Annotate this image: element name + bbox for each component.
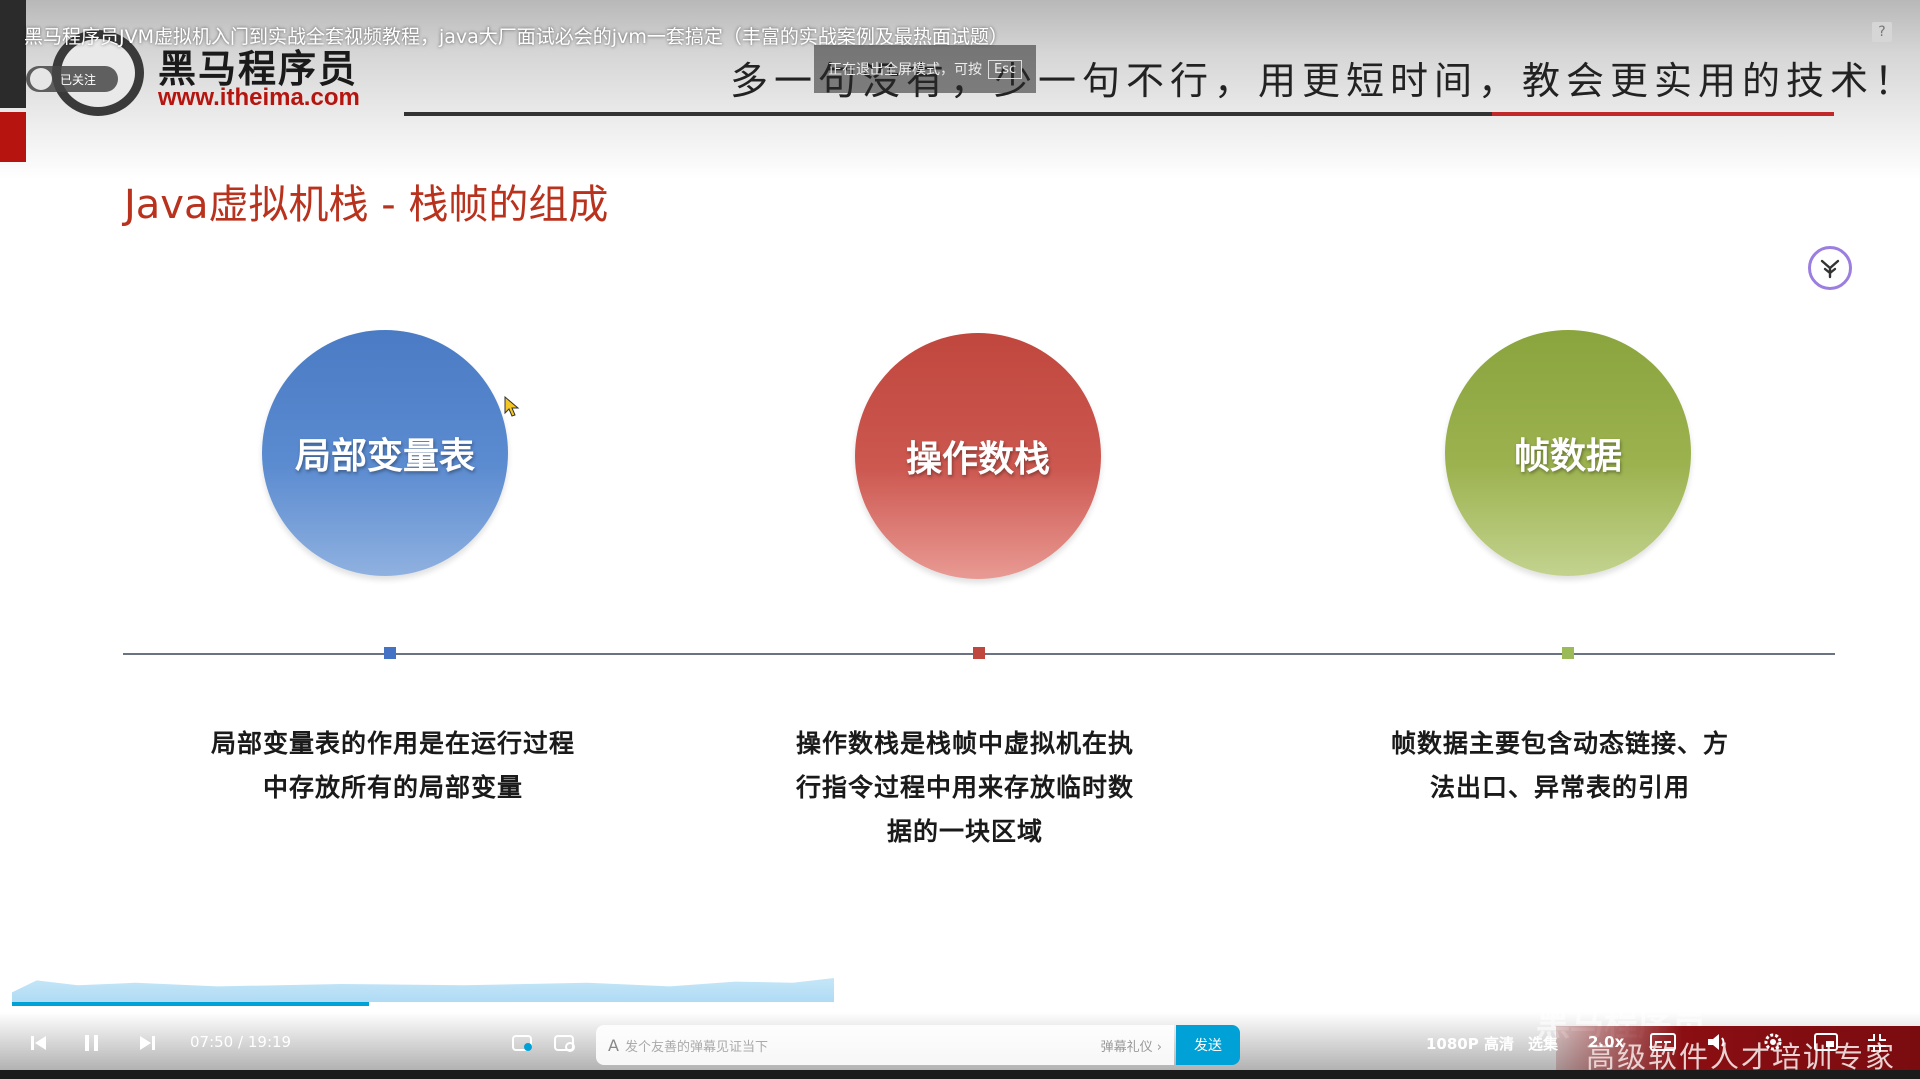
description-line: 法出口、异常表的引用 [1429, 773, 1690, 802]
esc-key: Esc [988, 59, 1023, 79]
danmaku-etiquette-link[interactable]: 弹幕礼仪 › [1101, 1036, 1162, 1055]
volume-icon[interactable] [1706, 1032, 1730, 1056]
left-red-bar [0, 112, 26, 162]
description-line: 帧数据主要包含动态链接、方 [1390, 729, 1729, 758]
danmaku-input[interactable]: A 发个友善的弹幕见证当下 弹幕礼仪 › [596, 1025, 1174, 1065]
timeline-marker-3 [1562, 647, 1574, 659]
slogan-underline-accent [1492, 112, 1834, 116]
timeline-marker-1 [384, 647, 396, 659]
subtitle-icon[interactable] [1650, 1032, 1676, 1056]
bottom-strip [0, 1070, 1920, 1079]
slide-title: Java虚拟机栈 - 栈帧的组成 [124, 182, 609, 228]
circle-label: 操作数栈 [905, 439, 1050, 480]
next-icon[interactable] [138, 1034, 156, 1056]
time-separator: / [238, 1033, 244, 1051]
quality-selector[interactable]: 1080P 高清 [1426, 1033, 1514, 1054]
description-local-variable-table: 局部变量表的作用是在运行过程 中存放所有的局部变量 [183, 722, 603, 810]
text-style-icon[interactable]: A [608, 1036, 619, 1055]
description-line: 局部变量表的作用是在运行过程 [210, 729, 575, 758]
description-line: 据的一块区域 [886, 817, 1043, 846]
previous-icon[interactable] [30, 1034, 48, 1056]
picture-in-picture-icon[interactable] [1814, 1032, 1838, 1056]
description-operand-stack: 操作数栈是栈帧中虚拟机在执 行指令过程中用来存放临时数 据的一块区域 [755, 722, 1175, 854]
help-icon[interactable]: ? [1872, 22, 1892, 42]
follow-button[interactable]: 已关注 [26, 66, 118, 92]
circle-label: 局部变量表 [294, 436, 475, 477]
exit-fullscreen-tip: 正在退出全屏模式，可按 Esc [814, 45, 1037, 93]
mouse-cursor-icon [504, 395, 520, 422]
left-dark-bar [0, 0, 26, 108]
follow-label: 已关注 [60, 72, 97, 87]
description-line: 操作数栈是栈帧中虚拟机在执 [795, 729, 1134, 758]
circle-operand-stack: 操作数栈 [855, 333, 1101, 579]
settings-icon[interactable] [1762, 1031, 1784, 1057]
description-line: 行指令过程中用来存放临时数 [795, 773, 1134, 802]
danmaku-settings-icon[interactable] [554, 1033, 576, 1057]
brand-url: www.itheima.com [158, 84, 360, 111]
playback-time: 07:50 / 19:19 [190, 1033, 291, 1051]
current-time: 07:50 [190, 1033, 234, 1051]
exit-fullscreen-text: 正在退出全屏模式，可按 [828, 62, 982, 78]
danmaku-toggle-icon[interactable] [512, 1033, 534, 1057]
exit-fullscreen-icon[interactable] [1866, 1032, 1888, 1058]
circle-label: 帧数据 [1513, 436, 1622, 477]
episodes-button[interactable]: 选集 [1528, 1033, 1558, 1054]
timeline-marker-2 [973, 647, 985, 659]
pause-icon[interactable] [82, 1033, 102, 1057]
progress-fill[interactable] [12, 1002, 369, 1006]
description-frame-data: 帧数据主要包含动态链接、方 法出口、异常表的引用 [1350, 722, 1770, 810]
send-button[interactable]: 发送 [1176, 1025, 1240, 1065]
total-time: 19:19 [247, 1033, 292, 1051]
danmaku-density-wave [12, 978, 834, 1002]
circle-frame-data: 帧数据 [1445, 330, 1691, 576]
assistant-icon[interactable] [1808, 246, 1852, 290]
uploader-avatar [30, 68, 52, 90]
danmaku-placeholder: 发个友善的弹幕见证当下 [624, 1039, 768, 1055]
speed-selector[interactable]: 2.0x [1588, 1033, 1624, 1051]
description-line: 中存放所有的局部变量 [262, 773, 523, 802]
circle-local-variable-table: 局部变量表 [262, 330, 508, 576]
